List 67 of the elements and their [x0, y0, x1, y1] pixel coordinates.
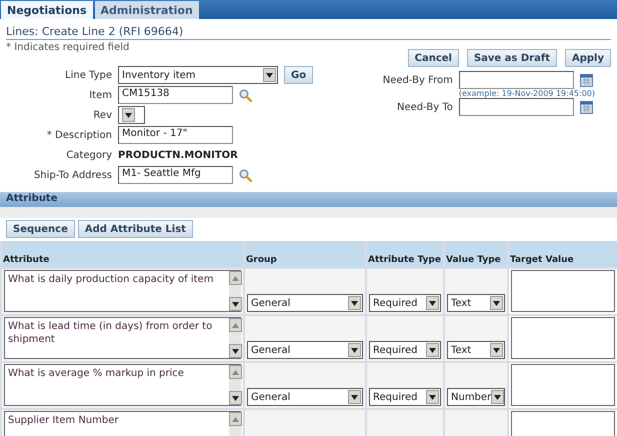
action-button[interactable]: Cancel — [408, 49, 459, 67]
dropdown-arrow-icon[interactable] — [429, 394, 436, 400]
dropdown-field[interactable]: Inventory item — [118, 66, 278, 84]
dropdown-arrow-icon[interactable] — [429, 300, 436, 306]
dropdown-arrow-icon[interactable] — [351, 348, 358, 352]
required-note: * Indicates required field — [6, 42, 130, 53]
dropdown-arrow-icon[interactable] — [493, 300, 500, 306]
dropdown-field[interactable]: Number — [447, 388, 505, 406]
search-icon[interactable] — [239, 168, 252, 182]
column-header: Value Type — [445, 241, 507, 267]
dropdown-field[interactable]: Required — [369, 294, 441, 312]
dropdown-arrow-icon[interactable] — [429, 348, 436, 352]
attribute-text-area[interactable]: Supplier Item Number — [4, 411, 241, 436]
field-label: * Description — [46, 130, 112, 140]
toolbar-button[interactable]: Add Attribute List — [78, 220, 193, 238]
dropdown-field[interactable]: Text — [447, 341, 505, 359]
attribute-text-area[interactable]: What is daily production capacity of item — [4, 270, 241, 312]
dropdown-field[interactable]: General — [247, 294, 363, 312]
input-field[interactable]: Monitor - 17" — [118, 126, 233, 144]
dropdown-arrow-icon[interactable] — [494, 394, 502, 400]
section-header: Attribute — [0, 192, 617, 207]
scrollbar[interactable] — [229, 318, 241, 358]
dropdown-arrow-icon[interactable] — [493, 348, 500, 352]
tab[interactable]: Negotiations — [1, 1, 93, 19]
dropdown-arrow-icon[interactable] — [232, 348, 239, 354]
dropdown-field[interactable]: Required — [369, 388, 441, 406]
attribute-text-area[interactable]: What is average % markup in price — [4, 364, 241, 406]
dropdown-field[interactable]: Text — [447, 294, 505, 312]
dropdown-arrow-icon[interactable] — [125, 112, 132, 118]
dropdown-arrow-icon[interactable] — [351, 300, 358, 306]
dropdown-field[interactable] — [118, 106, 145, 124]
column-header: Attribute Type — [367, 241, 443, 267]
column-header: Group — [245, 241, 365, 267]
action-button[interactable]: Apply — [564, 49, 611, 67]
go-button[interactable]: Go — [284, 66, 314, 84]
date-field[interactable] — [458, 71, 574, 89]
dropdown-arrow-icon[interactable] — [266, 72, 273, 78]
toolbar-button[interactable]: Sequence — [6, 220, 75, 238]
page-title: Lines: Create Line 2 (RFI 69664) — [6, 25, 611, 40]
field-label: Need-By From — [382, 74, 453, 86]
search-icon[interactable] — [239, 88, 252, 102]
scrollbar[interactable] — [229, 271, 241, 311]
dropdown-arrow-icon[interactable] — [232, 302, 239, 306]
calendar-icon[interactable] — [580, 100, 593, 114]
action-button[interactable]: Save as Draft — [466, 49, 557, 67]
hint-text: (example: 19-Nov-2009 19:45:00) — [458, 89, 595, 98]
dropdown-field[interactable]: General — [247, 341, 363, 359]
field-label: Item — [88, 90, 112, 100]
dropdown-arrow-icon[interactable] — [232, 396, 239, 400]
attribute-text-area[interactable]: What is lead time (in days) from order to shipment — [4, 317, 241, 359]
field-label: Ship-To Address — [32, 170, 112, 180]
field-label: Line Type — [64, 70, 112, 80]
date-field[interactable] — [458, 98, 574, 116]
dropdown-arrow-icon[interactable] — [351, 394, 358, 400]
dropdown-field[interactable]: General — [247, 388, 363, 406]
field-label: Rev — [92, 110, 112, 120]
calendar-icon[interactable] — [580, 74, 593, 86]
dropdown-field[interactable]: Required — [369, 341, 441, 359]
tab[interactable]: Administration — [94, 1, 199, 19]
scrollbar[interactable] — [229, 365, 241, 405]
column-header: Attribute — [2, 241, 243, 267]
column-header: Target Value — [509, 241, 617, 267]
category-value: PRODUCTN.MONITOR — [118, 150, 238, 160]
field-label: Need-By To — [396, 102, 453, 112]
field-label: Category — [65, 150, 112, 160]
input-field[interactable]: M1- Seattle Mfg — [118, 166, 233, 184]
input-field[interactable]: CM15138 — [118, 86, 233, 104]
